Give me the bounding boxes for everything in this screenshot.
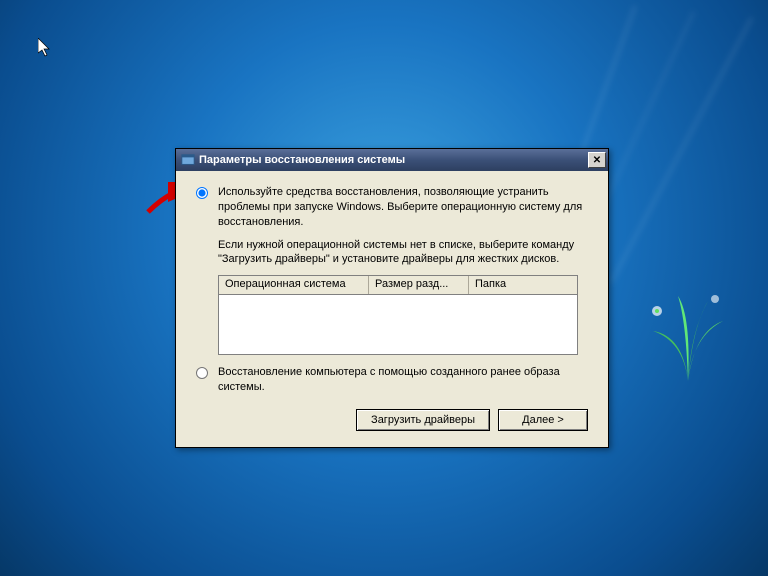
dialog-body: Используйте средства восстановления, поз… xyxy=(176,171,608,447)
column-size[interactable]: Размер разд... xyxy=(369,276,469,294)
column-folder[interactable]: Папка xyxy=(469,276,577,294)
next-button[interactable]: Далее > xyxy=(498,409,588,431)
column-os[interactable]: Операционная система xyxy=(219,276,369,294)
recovery-tools-option[interactable]: Используйте средства восстановления, поз… xyxy=(196,185,588,230)
load-drivers-button[interactable]: Загрузить драйверы xyxy=(356,409,490,431)
decoration-plant xyxy=(643,281,733,381)
table-header: Операционная система Размер разд... Папк… xyxy=(219,276,577,295)
dialog-button-row: Загрузить драйверы Далее > xyxy=(196,409,588,431)
close-button[interactable]: ✕ xyxy=(588,152,606,168)
system-image-label: Восстановление компьютера с помощью созд… xyxy=(218,365,588,395)
recovery-tools-label: Используйте средства восстановления, поз… xyxy=(218,185,588,230)
decoration-ray xyxy=(610,17,753,283)
os-list-table[interactable]: Операционная система Размер разд... Папк… xyxy=(218,275,578,355)
dialog-title: Параметры восстановления системы xyxy=(199,154,588,166)
system-image-option[interactable]: Восстановление компьютера с помощью созд… xyxy=(196,365,588,395)
app-icon xyxy=(181,153,195,167)
recovery-tools-radio[interactable] xyxy=(196,187,208,199)
dialog-titlebar[interactable]: Параметры восстановления системы ✕ xyxy=(176,149,608,171)
driver-hint-text: Если нужной операционной системы нет в с… xyxy=(218,238,588,268)
system-image-radio[interactable] xyxy=(196,367,208,379)
system-recovery-dialog: Параметры восстановления системы ✕ Испол… xyxy=(175,148,609,448)
mouse-cursor-icon xyxy=(38,38,54,58)
close-icon: ✕ xyxy=(593,155,601,166)
desktop-background: Параметры восстановления системы ✕ Испол… xyxy=(0,0,768,576)
